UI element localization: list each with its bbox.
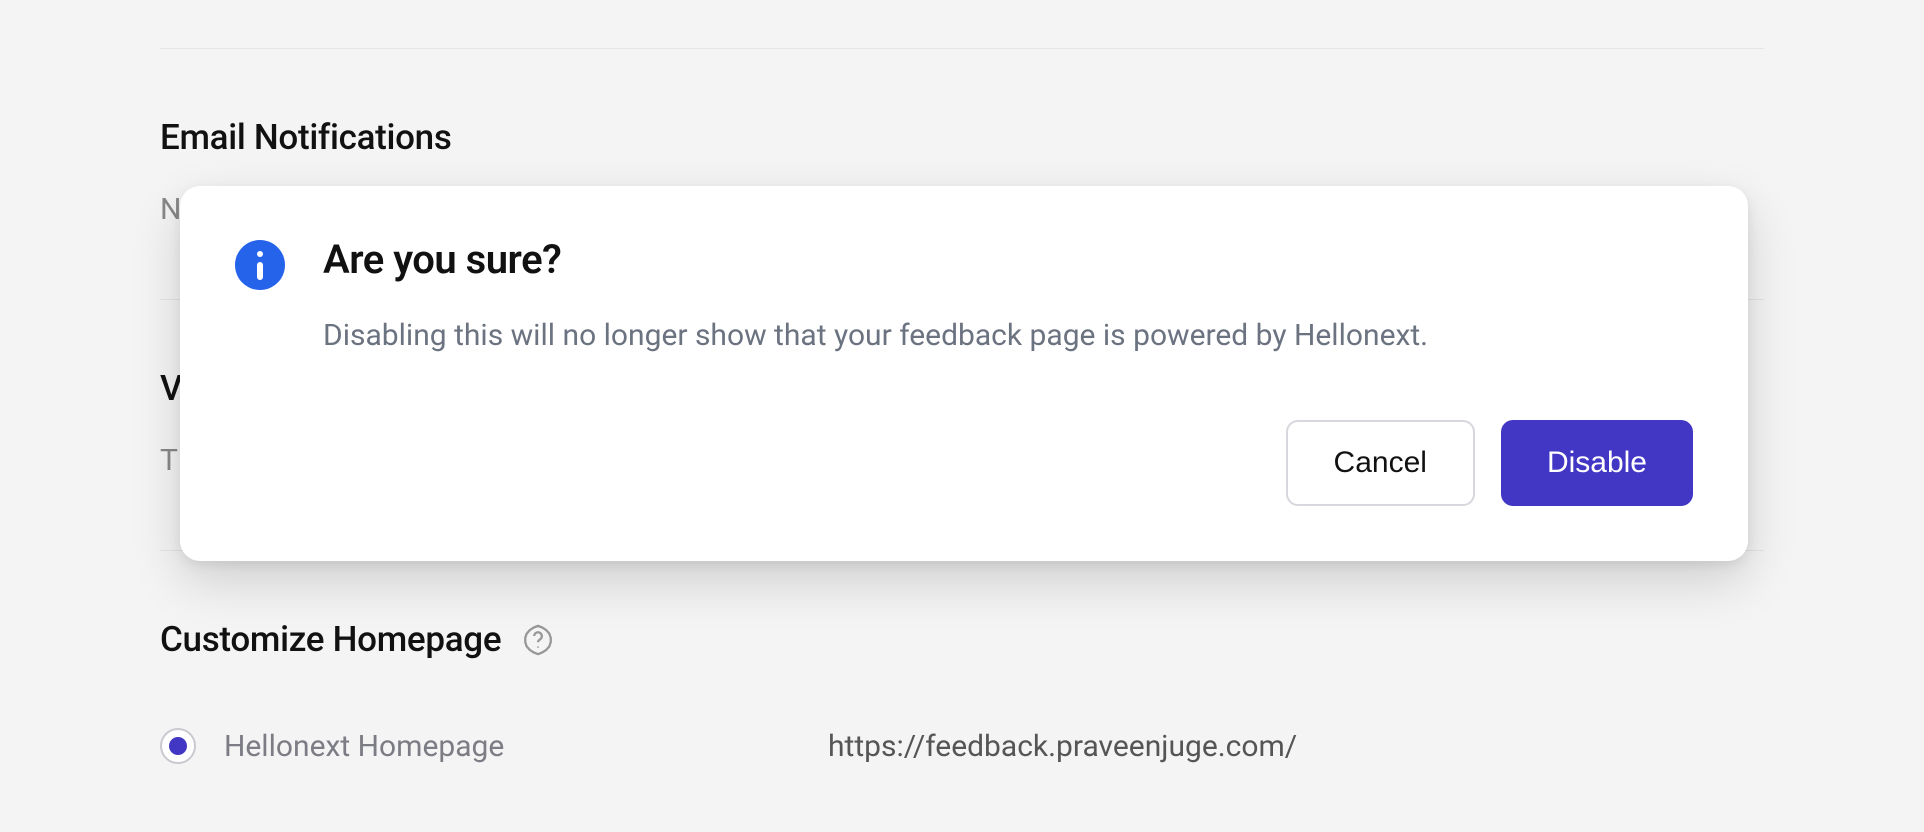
homepage-option-label: Hellonext Homepage: [224, 729, 764, 764]
modal-title: Are you sure?: [323, 236, 1428, 283]
section-title: Customize Homepage: [160, 619, 501, 660]
radio-selected-icon[interactable]: [160, 728, 196, 764]
homepage-option[interactable]: Hellonext Homepage https://feedback.prav…: [160, 728, 1764, 764]
divider: [160, 48, 1764, 49]
section-customize-homepage: Customize Homepage Hellonext Homepage ht…: [160, 619, 1764, 764]
help-icon[interactable]: [521, 623, 555, 657]
confirm-modal: Are you sure? Disabling this will no lon…: [180, 186, 1748, 561]
section-title: Email Notifications: [160, 117, 1764, 158]
modal-actions: Cancel Disable: [235, 420, 1693, 506]
homepage-url: https://feedback.praveenjuge.com/: [828, 729, 1297, 764]
disable-button[interactable]: Disable: [1501, 420, 1693, 506]
cancel-button[interactable]: Cancel: [1286, 420, 1475, 506]
modal-description: Disabling this will no longer show that …: [323, 313, 1428, 360]
info-icon: [235, 240, 285, 290]
